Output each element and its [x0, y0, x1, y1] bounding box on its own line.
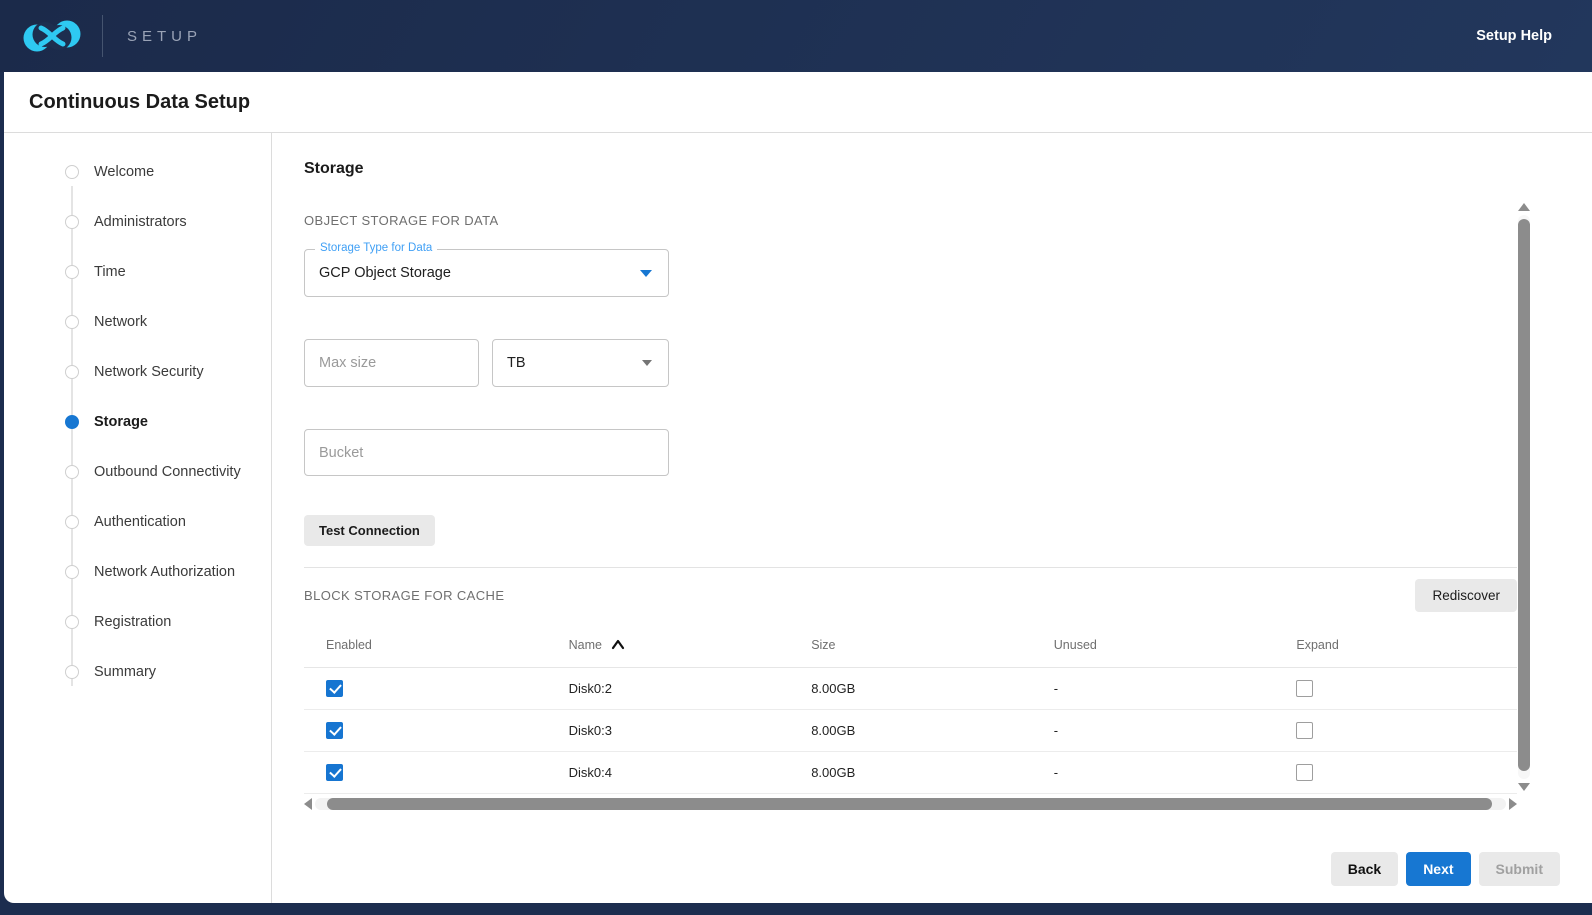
step-authentication[interactable]: Authentication [4, 497, 271, 547]
step-welcome[interactable]: Welcome [4, 147, 271, 197]
unit-value: TB [507, 355, 526, 371]
horizontal-scrollbar[interactable] [304, 797, 1517, 811]
step-registration[interactable]: Registration [4, 597, 271, 647]
step-circle-icon [65, 315, 79, 329]
step-outbound-connectivity[interactable]: Outbound Connectivity [4, 447, 271, 497]
step-label: Registration [94, 614, 171, 630]
chevron-down-icon [640, 270, 652, 277]
wizard-stepper: Welcome Administrators Time Network Netw… [4, 133, 272, 903]
disk-unused: - [1032, 752, 1275, 794]
column-header-unused[interactable]: Unused [1032, 622, 1275, 668]
disk-unused: - [1032, 710, 1275, 752]
page-title: Continuous Data Setup [29, 91, 250, 114]
step-label: Time [94, 264, 126, 280]
step-label: Welcome [94, 164, 154, 180]
step-circle-icon [65, 665, 79, 679]
section-divider [304, 567, 1517, 568]
setup-brand-label: SETUP [127, 28, 202, 45]
disk-name: Disk0:3 [547, 710, 790, 752]
step-label: Authentication [94, 514, 186, 530]
horizontal-scroll-track[interactable] [315, 798, 1506, 810]
horizontal-scroll-thumb[interactable] [327, 798, 1492, 810]
storage-section-title: Storage [304, 160, 1517, 178]
vertical-scrollbar[interactable] [1518, 203, 1530, 791]
step-storage[interactable]: Storage [4, 397, 271, 447]
step-administrators[interactable]: Administrators [4, 197, 271, 247]
unit-select[interactable]: TB [492, 339, 669, 387]
step-label: Summary [94, 664, 156, 680]
storage-type-select[interactable]: Storage Type for Data GCP Object Storage [304, 249, 669, 297]
storage-panel: Storage OBJECT STORAGE FOR DATA Storage … [272, 133, 1592, 903]
expand-checkbox[interactable] [1296, 722, 1313, 739]
step-label: Network Security [94, 364, 204, 380]
setup-help-link[interactable]: Setup Help [1476, 28, 1552, 44]
column-header-size[interactable]: Size [789, 622, 1032, 668]
storage-type-value: GCP Object Storage [319, 265, 451, 281]
scroll-down-icon[interactable] [1518, 783, 1530, 791]
step-label: Storage [94, 414, 148, 430]
scroll-up-icon[interactable] [1518, 203, 1530, 211]
block-storage-heading: BLOCK STORAGE FOR CACHE [304, 588, 504, 603]
page-header: Continuous Data Setup [4, 72, 1592, 133]
scroll-left-icon[interactable] [304, 798, 312, 810]
expand-checkbox[interactable] [1296, 764, 1313, 781]
step-label: Outbound Connectivity [94, 464, 241, 480]
step-circle-icon [65, 415, 79, 429]
table-row: Disk0:4 8.00GB - [304, 752, 1517, 794]
scroll-right-icon[interactable] [1509, 798, 1517, 810]
step-circle-icon [65, 365, 79, 379]
submit-button[interactable]: Submit [1479, 852, 1560, 886]
vertical-scroll-track[interactable] [1518, 215, 1530, 779]
step-circle-icon [65, 565, 79, 579]
disk-name: Disk0:4 [547, 752, 790, 794]
disk-size: 8.00GB [789, 668, 1032, 710]
step-label: Network [94, 314, 147, 330]
rediscover-button[interactable]: Rediscover [1415, 579, 1517, 612]
disk-size: 8.00GB [789, 710, 1032, 752]
step-circle-icon [65, 215, 79, 229]
delphix-logo-icon [22, 15, 82, 57]
next-button[interactable]: Next [1406, 852, 1470, 886]
wizard-actions: Back Next Submit [1331, 852, 1560, 886]
table-row: Disk0:2 8.00GB - [304, 668, 1517, 710]
top-app-bar: SETUP Setup Help [0, 0, 1592, 72]
step-circle-icon [65, 515, 79, 529]
sort-ascending-icon [611, 639, 625, 650]
step-circle-icon [65, 615, 79, 629]
bucket-input[interactable] [304, 429, 669, 476]
step-network[interactable]: Network [4, 297, 271, 347]
chevron-down-icon [642, 360, 652, 366]
step-circle-icon [65, 165, 79, 179]
enabled-checkbox[interactable] [326, 680, 343, 697]
disk-unused: - [1032, 668, 1275, 710]
step-time[interactable]: Time [4, 247, 271, 297]
object-storage-heading: OBJECT STORAGE FOR DATA [304, 213, 1517, 228]
table-row: Disk0:3 8.00GB - [304, 710, 1517, 752]
max-size-input[interactable] [304, 339, 479, 387]
step-network-security[interactable]: Network Security [4, 347, 271, 397]
step-network-authorization[interactable]: Network Authorization [4, 547, 271, 597]
topbar-divider [102, 15, 103, 57]
step-circle-icon [65, 465, 79, 479]
block-storage-table: Enabled Name Size Unused Expand Disk0:2 … [304, 622, 1517, 794]
column-header-expand[interactable]: Expand [1274, 622, 1517, 668]
storage-type-label: Storage Type for Data [315, 242, 437, 254]
column-header-name[interactable]: Name [547, 622, 790, 668]
back-button[interactable]: Back [1331, 852, 1398, 886]
column-header-enabled[interactable]: Enabled [304, 622, 547, 668]
step-circle-icon [65, 265, 79, 279]
vertical-scroll-thumb[interactable] [1518, 219, 1530, 771]
disk-size: 8.00GB [789, 752, 1032, 794]
step-label: Network Authorization [94, 564, 235, 580]
step-summary[interactable]: Summary [4, 647, 271, 697]
expand-checkbox[interactable] [1296, 680, 1313, 697]
disk-name: Disk0:2 [547, 668, 790, 710]
enabled-checkbox[interactable] [326, 722, 343, 739]
enabled-checkbox[interactable] [326, 764, 343, 781]
step-label: Administrators [94, 214, 187, 230]
setup-card: Continuous Data Setup Welcome Administra… [4, 72, 1592, 903]
test-connection-button[interactable]: Test Connection [304, 515, 435, 546]
